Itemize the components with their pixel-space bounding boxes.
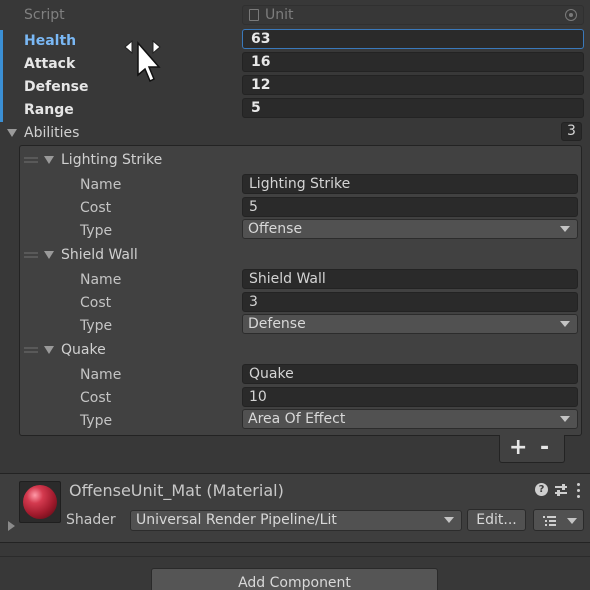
cursor-icon bbox=[124, 39, 161, 83]
element-foldout-icon[interactable] bbox=[44, 156, 54, 164]
add-element-button[interactable]: + bbox=[509, 436, 527, 460]
cost-field[interactable]: 5 bbox=[242, 197, 578, 217]
material-title: OffenseUnit_Mat (Material) bbox=[69, 481, 284, 500]
element-header[interactable]: Lighting Strike bbox=[61, 150, 162, 170]
cost-label: Cost bbox=[80, 200, 112, 216]
range-label[interactable]: Range bbox=[24, 100, 74, 120]
material-foldout-icon[interactable] bbox=[8, 521, 15, 531]
type-dropdown-value: Offense bbox=[248, 221, 303, 237]
list-footer: + - bbox=[499, 435, 565, 463]
name-field[interactable]: Shield Wall bbox=[242, 269, 578, 289]
type-dropdown-value: Area Of Effect bbox=[248, 411, 346, 427]
cost-field[interactable]: 3 bbox=[242, 292, 578, 312]
cost-label: Cost bbox=[80, 295, 112, 311]
element-header[interactable]: Shield Wall bbox=[61, 245, 138, 265]
override-indicator-attack bbox=[0, 53, 3, 76]
shader-dropdown[interactable]: Universal Render Pipeline/Lit bbox=[130, 510, 462, 531]
override-indicator-range bbox=[0, 99, 3, 122]
drag-handle-icon[interactable] bbox=[24, 252, 38, 258]
attack-label[interactable]: Attack bbox=[24, 54, 75, 74]
help-icon[interactable]: ? bbox=[535, 483, 548, 496]
preset-icon[interactable] bbox=[553, 482, 569, 498]
range-field[interactable]: 5 bbox=[242, 98, 584, 118]
dropdown-arrow-icon bbox=[560, 416, 570, 422]
shader-edit-button[interactable]: Edit... bbox=[467, 509, 526, 531]
material-preview[interactable] bbox=[19, 481, 61, 523]
material-sphere-icon bbox=[23, 485, 57, 519]
health-field[interactable]: 63 bbox=[242, 29, 584, 49]
section-divider bbox=[0, 542, 590, 543]
type-label: Type bbox=[80, 318, 113, 334]
dropdown-arrow-icon bbox=[560, 321, 570, 327]
name-label: Name bbox=[80, 177, 122, 193]
element-header[interactable]: Quake bbox=[61, 340, 106, 360]
script-field: Unit bbox=[242, 5, 584, 25]
shader-dropdown-value: Universal Render Pipeline/Lit bbox=[136, 512, 337, 528]
name-label: Name bbox=[80, 367, 122, 383]
cost-field[interactable]: 10 bbox=[242, 387, 578, 407]
context-menu-icon[interactable] bbox=[577, 482, 581, 498]
type-dropdown[interactable]: Offense bbox=[242, 219, 578, 239]
abilities-count-field[interactable]: 3 bbox=[561, 122, 582, 141]
defense-field[interactable]: 12 bbox=[242, 75, 584, 95]
shader-label: Shader bbox=[66, 512, 116, 528]
dropdown-arrow-icon bbox=[560, 226, 570, 232]
script-field-value: Unit bbox=[265, 7, 294, 23]
element-foldout-icon[interactable] bbox=[44, 251, 54, 259]
section-divider bbox=[0, 556, 590, 557]
abilities-label[interactable]: Abilities bbox=[24, 123, 79, 143]
type-label: Type bbox=[80, 223, 113, 239]
type-dropdown[interactable]: Area Of Effect bbox=[242, 409, 578, 429]
override-indicator-defense bbox=[0, 76, 3, 99]
script-file-icon bbox=[249, 9, 259, 21]
dropdown-arrow-icon bbox=[567, 518, 577, 524]
shader-options-button[interactable] bbox=[533, 509, 584, 531]
list-icon bbox=[543, 516, 556, 526]
attack-field[interactable]: 16 bbox=[242, 52, 584, 72]
object-picker-icon[interactable] bbox=[565, 9, 577, 21]
health-label[interactable]: Health bbox=[24, 31, 76, 51]
dropdown-arrow-icon bbox=[444, 517, 454, 523]
drag-handle-icon[interactable] bbox=[24, 347, 38, 353]
override-indicator-health bbox=[0, 30, 3, 53]
type-dropdown-value: Defense bbox=[248, 316, 306, 332]
abilities-foldout-icon[interactable] bbox=[7, 129, 17, 137]
drag-handle-icon[interactable] bbox=[24, 157, 38, 163]
element-foldout-icon[interactable] bbox=[44, 346, 54, 354]
defense-label[interactable]: Defense bbox=[24, 77, 89, 97]
script-label: Script bbox=[24, 7, 65, 23]
type-dropdown[interactable]: Defense bbox=[242, 314, 578, 334]
type-label: Type bbox=[80, 413, 113, 429]
add-component-button[interactable]: Add Component bbox=[151, 568, 438, 590]
name-field[interactable]: Lighting Strike bbox=[242, 174, 578, 194]
cost-label: Cost bbox=[80, 390, 112, 406]
name-label: Name bbox=[80, 272, 122, 288]
remove-element-button[interactable]: - bbox=[540, 436, 549, 460]
name-field[interactable]: Quake bbox=[242, 364, 578, 384]
